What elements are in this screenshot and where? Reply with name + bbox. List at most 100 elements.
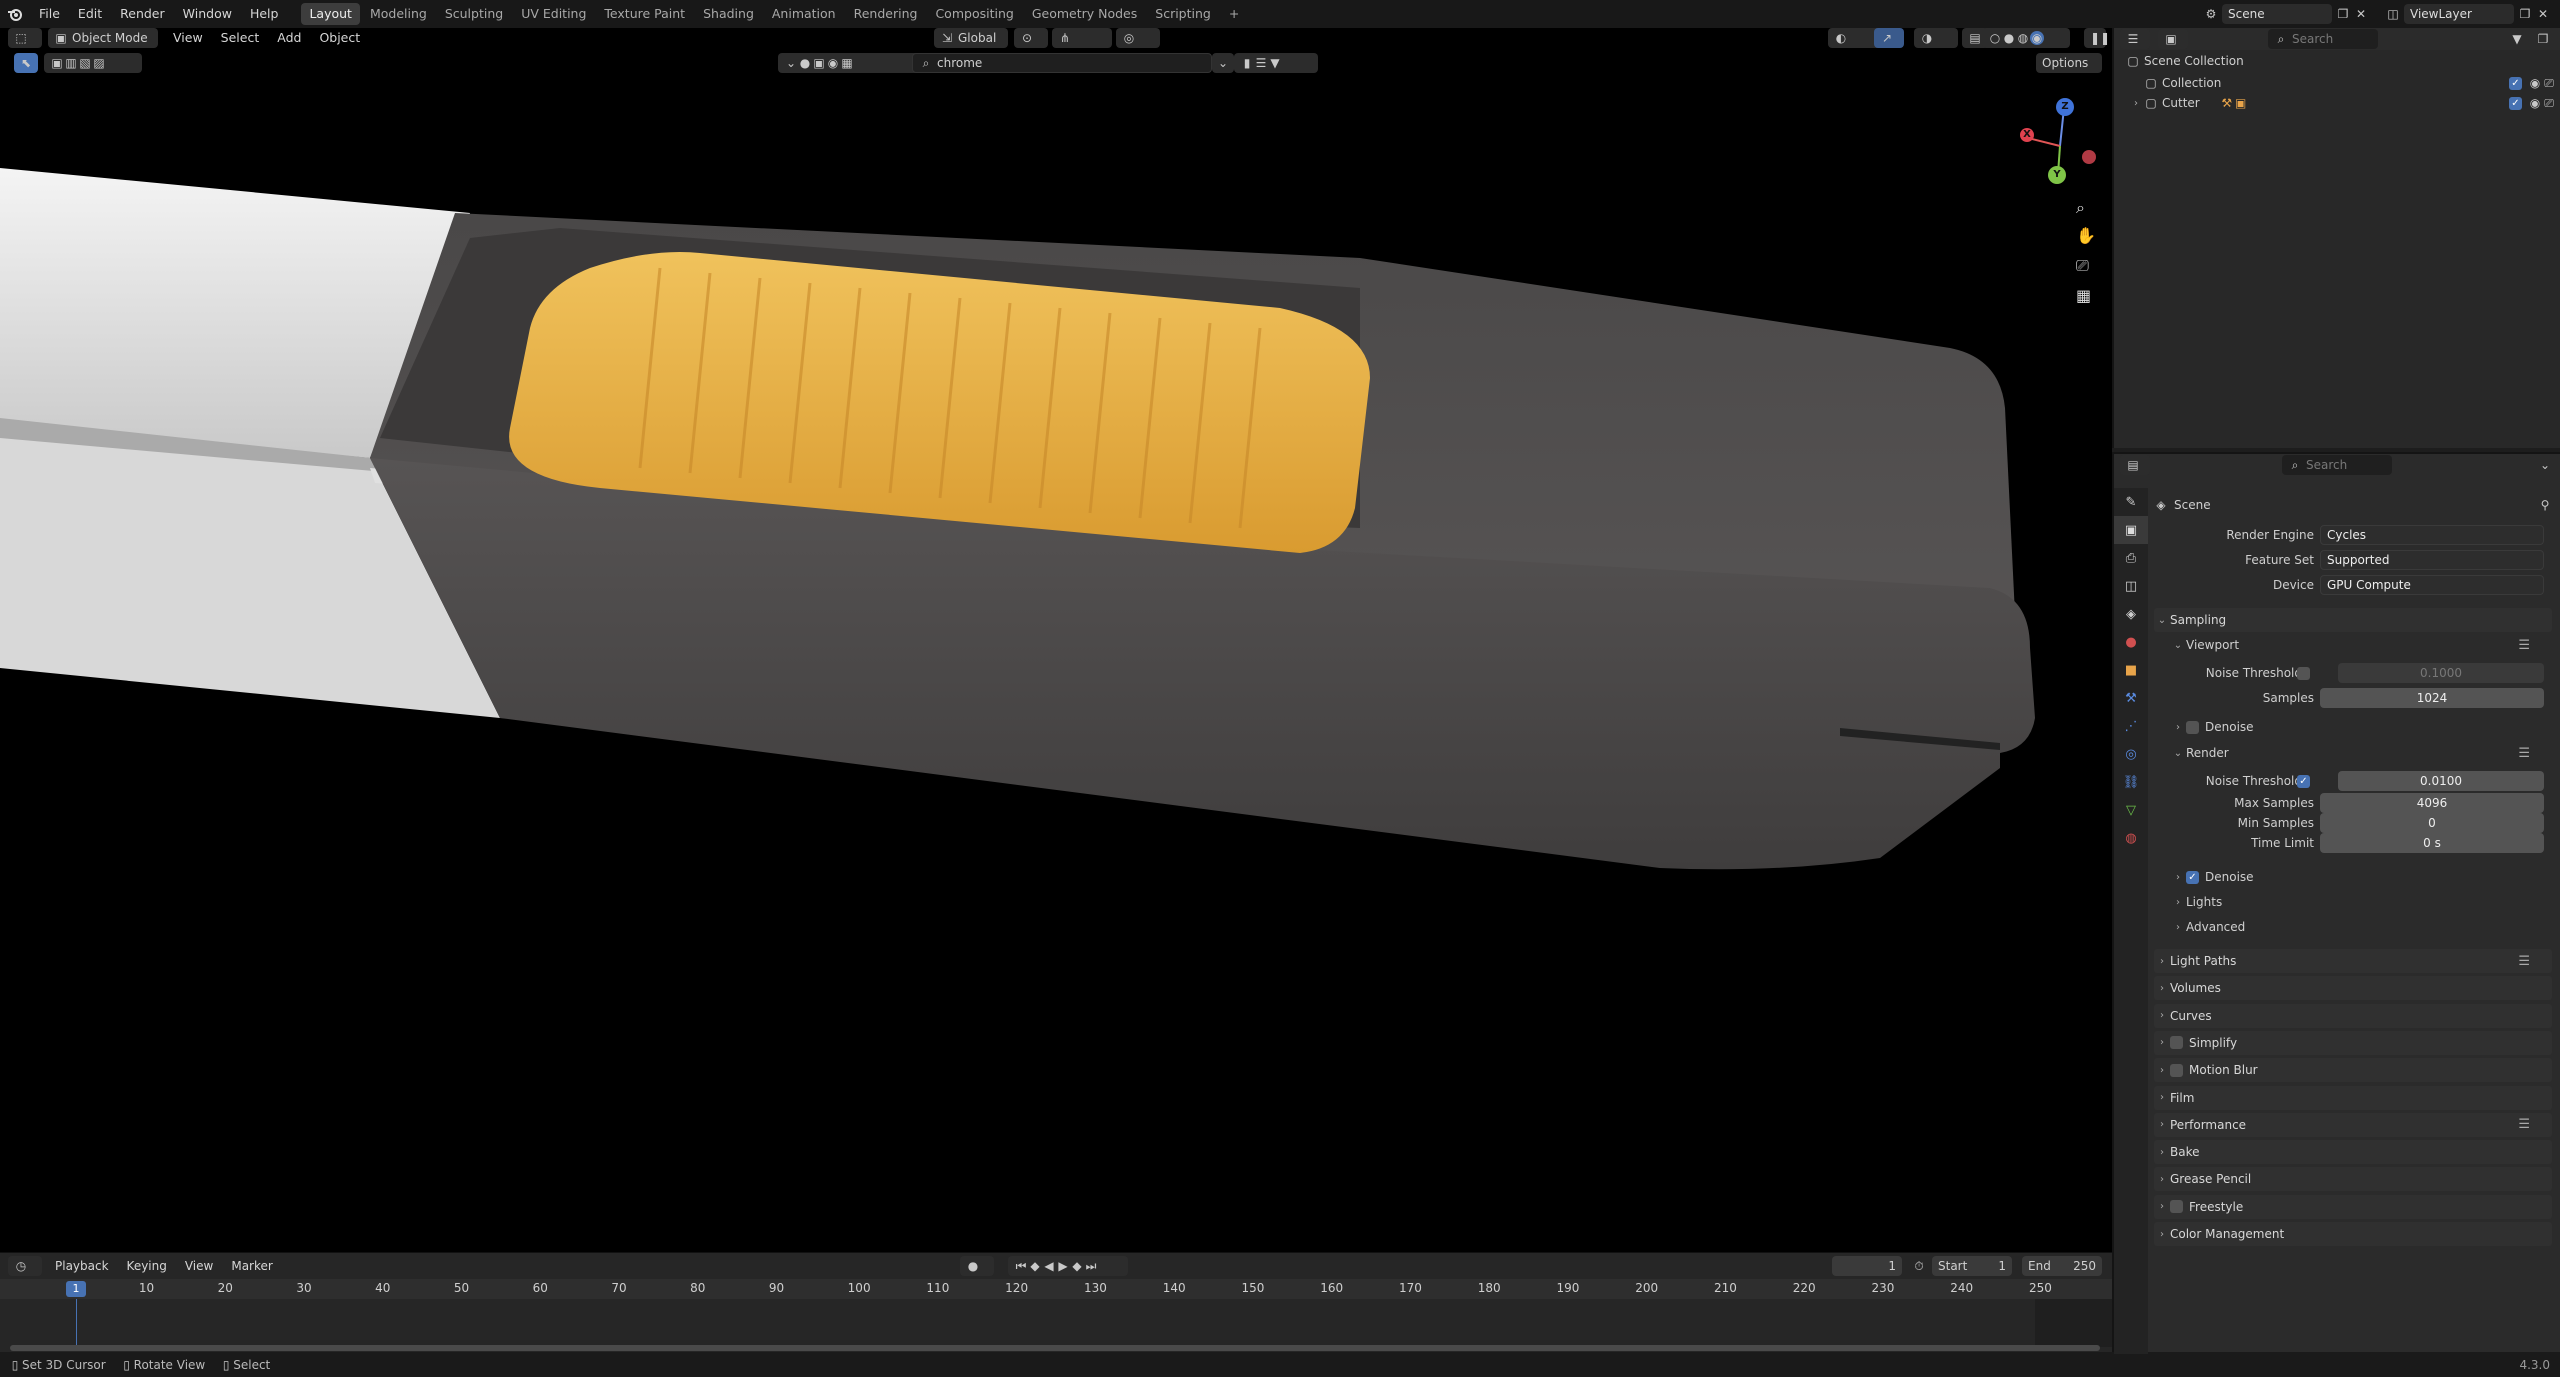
- advanced-subpanel-header[interactable]: › Advanced: [2170, 916, 2552, 938]
- play-icon[interactable]: ▶: [1056, 1259, 1070, 1273]
- stopwatch-icon[interactable]: ⏱: [1912, 1259, 1926, 1273]
- timeline-scrollbar[interactable]: [10, 1345, 2100, 1351]
- render-noise-checkbox[interactable]: ✓: [2297, 774, 2310, 788]
- max-samples-field[interactable]: 4096: [2320, 793, 2544, 813]
- playback-controls[interactable]: ⏮ ◆ ◀ ▶ ◆ ⏭: [1008, 1256, 1128, 1276]
- outliner-row-cutter[interactable]: › ▢ Cutter ⚒ ▣ ✓ ◉ ⎚: [2134, 94, 2556, 112]
- viewport-menu-add[interactable]: Add: [268, 28, 310, 48]
- current-frame-field[interactable]: 1: [1832, 1256, 1902, 1276]
- panel-performance[interactable]: › Performance ☰: [2154, 1112, 2552, 1137]
- viewport-search-field[interactable]: ⌕ chrome: [912, 53, 1212, 73]
- viewport-menu-object[interactable]: Object: [310, 28, 369, 48]
- frame-ruler[interactable]: 1 10 20 30 40 50 60 70 80 90 100 110 120 130 140 150 16…: [0, 1279, 2112, 1299]
- min-samples-field[interactable]: 0: [2320, 813, 2544, 833]
- workspace-tab-geometry-nodes[interactable]: Geometry Nodes: [1024, 3, 1145, 25]
- eye-icon[interactable]: ◉: [2528, 76, 2542, 90]
- menu-window[interactable]: Window: [174, 0, 241, 28]
- modifier-tab-icon[interactable]: ⚒: [2114, 684, 2148, 712]
- output-tab-icon[interactable]: ⎙: [2114, 544, 2148, 572]
- pin-icon[interactable]: ⚲: [2538, 498, 2552, 512]
- autokey-button[interactable]: ●: [960, 1256, 994, 1276]
- preset-list-icon[interactable]: ☰: [2518, 638, 2530, 653]
- panel-motion-blur[interactable]: › Motion Blur: [2154, 1058, 2552, 1083]
- viewport-menu-view[interactable]: View: [164, 28, 212, 48]
- list-icon[interactable]: ☰: [1254, 56, 1268, 70]
- filter-icon-b[interactable]: ◉: [826, 56, 840, 70]
- preset-list-icon[interactable]: ☰: [2518, 954, 2530, 969]
- outliner-search-field[interactable]: ⌕ Search: [2268, 29, 2378, 49]
- start-frame-field[interactable]: Start 1: [1932, 1256, 2012, 1276]
- timeline[interactable]: ◷ Playback Keying View Marker ● ⏮ ◆ ◀ ▶ ◆ ⏭ 1 ⏱ …: [0, 1252, 2112, 1352]
- select-extend-icon[interactable]: ▥: [64, 56, 78, 70]
- timeline-editor-type[interactable]: ◷: [8, 1256, 42, 1276]
- play-reverse-icon[interactable]: ◀: [1042, 1259, 1056, 1273]
- proportional-edit-button[interactable]: ◎: [1116, 28, 1160, 48]
- menu-help[interactable]: Help: [241, 0, 288, 28]
- sampling-panel-header[interactable]: ⌄ Sampling: [2154, 608, 2552, 632]
- workspace-tab-compositing[interactable]: Compositing: [927, 3, 1021, 25]
- panel-volumes[interactable]: › Volumes: [2154, 976, 2552, 1001]
- menu-render[interactable]: Render: [111, 0, 174, 28]
- view-layer-selector[interactable]: ViewLayer: [2404, 4, 2514, 24]
- panel-curves[interactable]: › Curves: [2154, 1003, 2552, 1028]
- render-subpanel-header[interactable]: ⌄ Render ☰: [2170, 742, 2552, 764]
- exclude-checkbox[interactable]: ✓: [2509, 76, 2522, 90]
- render-denoise-checkbox[interactable]: ✓: [2186, 870, 2199, 884]
- jump-start-icon[interactable]: ⏮: [1014, 1259, 1028, 1273]
- new-collection-icon[interactable]: ❐: [2536, 32, 2550, 46]
- negative-x-handle[interactable]: [2082, 150, 2096, 164]
- bookmark-icon[interactable]: ▮: [1240, 56, 1254, 70]
- filter-buttons[interactable]: ⌄ ● ▣ ◉ ▦: [778, 53, 920, 73]
- display-mode-button[interactable]: ▣: [2158, 29, 2188, 49]
- workspace-tab-shading[interactable]: Shading: [695, 3, 762, 25]
- panel-light-paths[interactable]: › Light Paths ☰: [2154, 949, 2552, 973]
- overlay-toggle[interactable]: ◑: [1914, 28, 1958, 48]
- gizmo-toggle[interactable]: ↗: [1874, 28, 1904, 48]
- blender-logo-icon[interactable]: [0, 0, 30, 28]
- particles-tab-icon[interactable]: ⋰: [2114, 712, 2148, 740]
- outliner[interactable]: ☰ ▣ ⌕ Search ▼ ❐ ▢ Scene Collection ▢ Colle…: [2112, 28, 2560, 448]
- camera-icon[interactable]: ⎚: [2542, 96, 2556, 110]
- timeline-menu-playback[interactable]: Playback: [46, 1256, 118, 1276]
- filter-funnel-icon[interactable]: ▼: [2510, 32, 2524, 46]
- x-axis-handle[interactable]: X: [2020, 128, 2034, 142]
- preset-list-icon[interactable]: ☰: [2518, 1117, 2530, 1132]
- zoom-icon[interactable]: ⌕: [2076, 198, 2085, 218]
- panel-grease-pencil[interactable]: › Grease Pencil: [2154, 1167, 2552, 1192]
- outliner-editor-type[interactable]: ☰: [2120, 29, 2150, 49]
- select-intersect-icon[interactable]: ▨: [92, 56, 106, 70]
- properties-search-field[interactable]: ⌕ Search: [2282, 455, 2392, 475]
- timeline-menu-view[interactable]: View: [176, 1256, 222, 1276]
- timeline-menu-marker[interactable]: Marker: [222, 1256, 281, 1276]
- render-noise-field[interactable]: 0.0100: [2338, 771, 2544, 791]
- jump-end-icon[interactable]: ⏭: [1084, 1259, 1098, 1273]
- panel-bake[interactable]: › Bake: [2154, 1140, 2552, 1165]
- tool-tab-icon[interactable]: ✎: [2114, 488, 2148, 516]
- select-new-icon[interactable]: ▣: [50, 56, 64, 70]
- scene-selector[interactable]: Scene: [2222, 4, 2332, 24]
- playhead[interactable]: 1: [66, 1281, 86, 1297]
- eye-icon[interactable]: ◉: [2528, 96, 2542, 110]
- solid-icon[interactable]: ●: [2002, 31, 2016, 45]
- jump-key-back-icon[interactable]: ◆: [1028, 1259, 1042, 1273]
- scene-tab-icon[interactable]: ◈: [2114, 600, 2148, 628]
- expand-chevron-icon[interactable]: ›: [2128, 98, 2144, 109]
- orientation-selector[interactable]: ⇲ Global: [934, 28, 1008, 48]
- workspace-tab-rendering[interactable]: Rendering: [846, 3, 926, 25]
- workspace-tab-texture-paint[interactable]: Texture Paint: [596, 3, 693, 25]
- menu-edit[interactable]: Edit: [69, 0, 111, 28]
- new-scene-icon[interactable]: ❐: [2336, 7, 2350, 21]
- workspace-tab-uv-editing[interactable]: UV Editing: [513, 3, 594, 25]
- shading-modes[interactable]: ○ ● ◍ ◉: [1982, 28, 2070, 48]
- material-tab-icon[interactable]: ◍: [2114, 824, 2148, 852]
- delete-scene-icon[interactable]: ✕: [2354, 7, 2368, 21]
- z-axis-handle[interactable]: Z: [2056, 98, 2074, 116]
- select-subtract-icon[interactable]: ▧: [78, 56, 92, 70]
- funnel-icon[interactable]: ▼: [1268, 56, 1282, 70]
- panel-freestyle[interactable]: › Freestyle: [2154, 1194, 2552, 1219]
- navigation-gizmo[interactable]: Z X Y: [2020, 96, 2100, 186]
- render-denoise-header[interactable]: › ✓ Denoise: [2170, 866, 2552, 888]
- outliner-row-collection[interactable]: ▢ Collection ✓ ◉ ⎚: [2144, 74, 2556, 92]
- panel-enable-checkbox[interactable]: [2170, 1063, 2183, 1077]
- workspace-tab-layout[interactable]: Layout: [301, 3, 360, 25]
